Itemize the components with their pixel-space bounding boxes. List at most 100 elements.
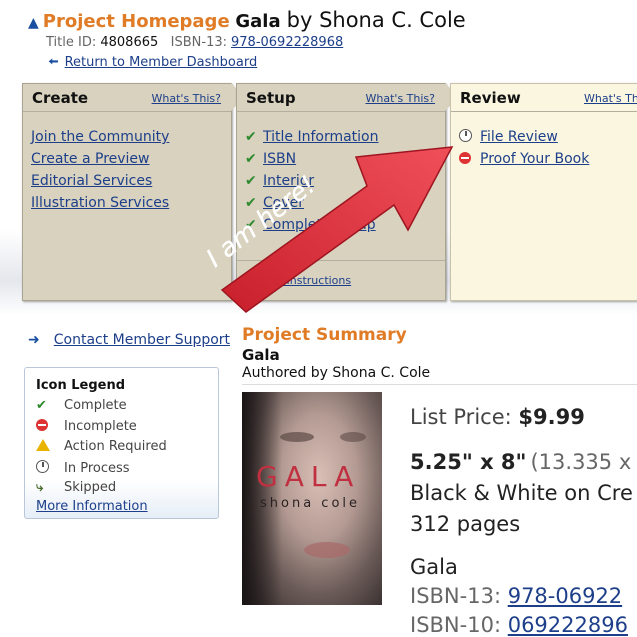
summary-title: Gala — [242, 346, 280, 364]
legend-label: In Process — [64, 460, 130, 476]
cover-link[interactable]: Cover — [263, 195, 304, 211]
setup-panel-title: Setup — [246, 89, 296, 107]
isbn10-row-label: ISBN-10: — [410, 613, 502, 637]
return-line: 🠨 Return to Member Dashboard — [48, 53, 257, 75]
isbn13-row-label: ISBN-13: — [410, 584, 502, 608]
legend-label: Complete — [64, 398, 127, 413]
legend-title: Icon Legend — [36, 378, 126, 393]
check-icon: ✔ — [245, 151, 257, 167]
isbn-link[interactable]: ISBN — [263, 151, 296, 167]
setup-instructions-link[interactable]: Setup Instructions — [251, 274, 351, 287]
book-title: Gala — [410, 555, 458, 579]
list-price-value: $9.99 — [518, 405, 585, 429]
project-homepage-link[interactable]: Project Homepage — [43, 11, 230, 32]
contact-support-link[interactable]: Contact Member Support — [54, 332, 230, 348]
skip-arrow-icon: ⤷ — [36, 480, 44, 495]
list-item: ✔ Cover — [245, 194, 379, 216]
home-icon[interactable]: ▲ — [28, 15, 39, 31]
editorial-services-link[interactable]: Editorial Services — [31, 173, 152, 189]
project-name: Gala — [235, 11, 281, 32]
legend-label: Skipped — [64, 480, 117, 495]
trim-size-metric: (13.335 x — [530, 450, 632, 474]
clock-icon — [459, 129, 472, 142]
list-item: Editorial Services — [31, 172, 169, 194]
more-information-link[interactable]: More Information — [36, 499, 148, 514]
project-author: by Shona C. Cole — [286, 8, 466, 32]
cover-lips — [304, 542, 350, 558]
review-items: File Review Proof Your Book — [459, 128, 589, 172]
identifiers-line: Title ID: 4808665 ISBN-13: 978-0692228968 — [46, 35, 343, 50]
setup-panel-header: Setup What's This? — [237, 84, 445, 112]
list-item: Join the Community — [31, 128, 169, 150]
isbn13-link[interactable]: 978-0692228968 — [231, 35, 343, 50]
book-cover-image: GALA shona cole — [242, 392, 382, 605]
cover-eye — [340, 432, 366, 442]
cover-eye — [280, 432, 314, 442]
file-review-link[interactable]: File Review — [480, 129, 558, 145]
paper-type: Black & White on Cre — [410, 481, 633, 505]
list-item: File Review — [459, 128, 589, 150]
create-whats-this-link[interactable]: What's This? — [152, 92, 221, 105]
review-panel: Review What's This? File Review Proof Yo… — [450, 83, 637, 301]
list-item: ✔ Title Information — [245, 128, 379, 150]
check-icon: ✔ — [36, 398, 47, 413]
project-title: ▲ Project Homepage Gala by Shona C. Cole — [28, 8, 466, 32]
legend-label: Action Required — [64, 439, 167, 454]
summary-divider — [242, 384, 637, 385]
list-item: ✔ Interior — [245, 172, 379, 194]
list-price: List Price: $9.99 — [410, 405, 585, 429]
check-icon: ✔ — [245, 217, 257, 233]
check-icon: ✔ — [245, 173, 257, 189]
title-id-value: 4808665 — [100, 35, 159, 50]
legend-item: ✔ Complete — [36, 398, 167, 419]
setup-panel: Setup What's This? ✔ Title Information ✔ I… — [236, 83, 459, 301]
incomplete-icon — [36, 418, 64, 434]
setup-items: ✔ Title Information ✔ ISBN ✔ Interior ✔ Cove… — [245, 128, 379, 238]
clock-icon — [36, 459, 64, 476]
check-icon: ✔ — [245, 129, 257, 145]
list-item: Create a Preview — [31, 150, 169, 172]
summary-author: Authored by Shona C. Cole — [242, 365, 431, 381]
legend-label: Incomplete — [64, 418, 137, 434]
setup-divider — [237, 260, 445, 261]
join-community-link[interactable]: Join the Community — [31, 129, 169, 145]
legend-items: ✔ Complete Incomplete Action Required In … — [36, 398, 167, 501]
summary-heading: Project Summary — [242, 325, 407, 345]
create-preview-link[interactable]: Create a Preview — [31, 151, 150, 167]
list-item: ✔ Complete Setup — [245, 216, 379, 238]
title-information-link[interactable]: Title Information — [263, 129, 379, 145]
arrow-right-icon: ➜ — [28, 332, 40, 348]
legend-item: Incomplete — [36, 418, 167, 440]
create-panel-title: Create — [32, 89, 89, 107]
warning-icon — [36, 439, 64, 454]
list-item: Proof Your Book — [459, 150, 589, 172]
legend-item: In Process — [36, 459, 167, 481]
check-icon: ✔ — [245, 195, 257, 211]
illustration-services-link[interactable]: Illustration Services — [31, 195, 169, 211]
list-item: ✔ ISBN — [245, 150, 379, 172]
trim-size: 5.25" x 8" (13.335 x — [410, 450, 631, 474]
proof-your-book-link[interactable]: Proof Your Book — [480, 151, 589, 167]
cover-title: GALA — [256, 460, 361, 493]
isbn10-row-link[interactable]: 069222896 — [508, 613, 628, 637]
legend-item: ⤷ Skipped — [36, 480, 167, 501]
complete-setup-link[interactable]: Complete Setup — [263, 217, 376, 233]
interior-link[interactable]: Interior — [263, 173, 314, 189]
return-dashboard-link[interactable]: Return to Member Dashboard — [65, 55, 258, 70]
isbn13-row-link[interactable]: 978-06922 — [508, 584, 622, 608]
list-item: Illustration Services — [31, 194, 169, 216]
isbn10-row: ISBN-10: 069222896 — [410, 613, 628, 637]
legend-item: Action Required — [36, 439, 167, 460]
setup-whats-this-link[interactable]: What's This? — [366, 92, 435, 105]
create-panel: Create What's This? Join the Community C… — [22, 83, 245, 301]
create-items: Join the Community Create a Preview Edit… — [31, 128, 169, 216]
support-line: ➜ Contact Member Support — [28, 332, 230, 348]
review-panel-title: Review — [460, 89, 521, 107]
list-price-label: List Price: — [410, 405, 512, 429]
title-id-label: Title ID: — [46, 35, 97, 50]
cover-author: shona cole — [260, 496, 361, 511]
review-whats-this-link[interactable]: What's This? — [584, 92, 637, 105]
isbn13-row: ISBN-13: 978-06922 — [410, 584, 622, 608]
icon-legend: Icon Legend ✔ Complete Incomplete Action … — [24, 367, 219, 519]
page-count: 312 pages — [410, 512, 521, 536]
